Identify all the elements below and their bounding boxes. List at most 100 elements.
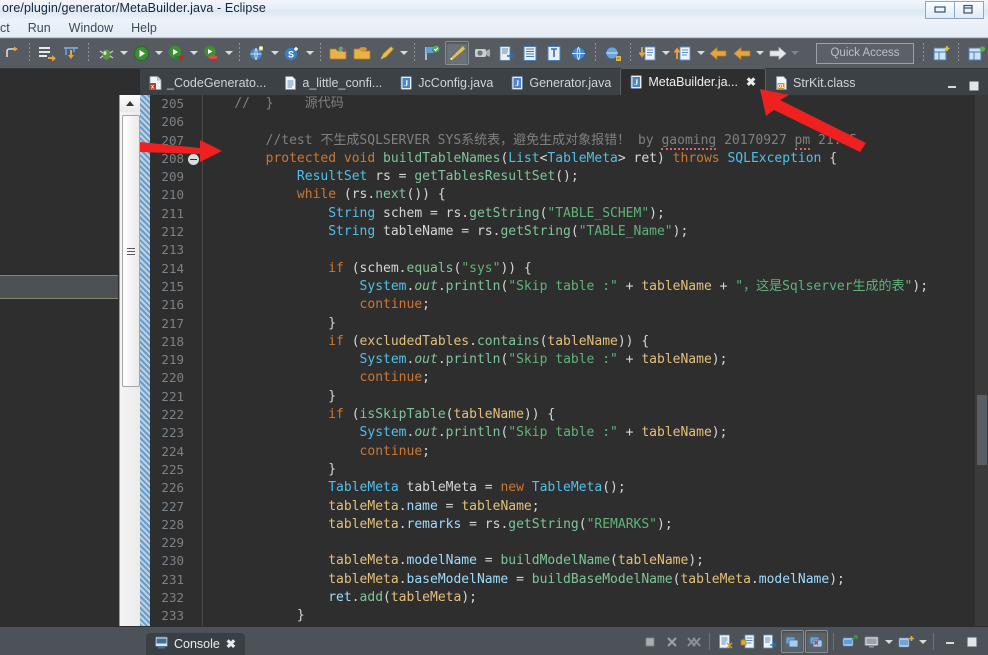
scrollbar-thumb[interactable] (122, 115, 140, 387)
back-arrow-button[interactable] (707, 42, 729, 64)
editor-tab-jcconfig[interactable]: J JcConfig.java (391, 70, 502, 95)
pin-console-button[interactable] (839, 631, 860, 652)
save-all-button[interactable] (60, 42, 82, 64)
table-view-button[interactable] (519, 42, 541, 64)
forward-history-button[interactable] (766, 42, 788, 64)
class-file-icon: 01 (775, 75, 788, 90)
collapse-fold-icon[interactable] (188, 153, 199, 165)
menu-item-run[interactable]: Run (19, 19, 60, 37)
quick-access-field[interactable]: Quick Access (816, 42, 914, 64)
show-console-on-error-button[interactable] (805, 630, 828, 653)
menu-item-ct[interactable]: ct (0, 19, 19, 37)
back-history-button[interactable] (731, 42, 753, 64)
code-line: // } 源代码 (234, 96, 344, 111)
highlight-pen-button[interactable] (445, 41, 469, 65)
menu-item-help[interactable]: Help (122, 19, 166, 37)
scroll-up-button[interactable] (120, 95, 140, 112)
remove-launch-button[interactable] (661, 631, 682, 652)
previous-annotation-dropdown-arrow[interactable] (695, 42, 706, 64)
open-folder-button[interactable] (327, 42, 349, 64)
selected-tree-row[interactable] (0, 275, 118, 299)
globe-button[interactable] (567, 42, 589, 64)
run-external-tools-button[interactable] (200, 42, 222, 64)
globe-icon (571, 46, 585, 60)
editor-tab-alittleconfig[interactable]: a_little_confi... (275, 70, 391, 95)
new-perspective-button[interactable] (930, 42, 952, 64)
next-annotation-dropdown-arrow[interactable] (660, 42, 671, 64)
code-editor[interactable]: 205 206 207 208 209 210 211 212 213 214 215 216 217 2… (140, 95, 988, 626)
new-java-project-dropdown-arrow[interactable] (269, 42, 280, 64)
open-package-button[interactable] (351, 42, 373, 64)
svn-dropdown-arrow[interactable] (304, 42, 315, 64)
editor-tab-codegenerator[interactable]: x _CodeGenerato... (140, 70, 275, 95)
close-icon[interactable]: ✖ (746, 75, 756, 89)
editor-scrollbar-thumb[interactable] (977, 395, 987, 465)
minimize-icon (934, 6, 946, 13)
clear-console-button[interactable] (715, 631, 736, 652)
coverage-dropdown-arrow[interactable] (188, 42, 199, 64)
code-line: ret.add(tableMeta); (328, 590, 477, 606)
show-console-on-output-button[interactable] (781, 630, 804, 653)
folding-gutter[interactable] (188, 95, 203, 626)
menu-item-window[interactable]: Window (60, 19, 122, 37)
editor-tab-metabuilder[interactable]: J MetaBuilder.ja... ✖ (620, 68, 767, 95)
terminate-button[interactable] (639, 631, 660, 652)
scroll-lock-button[interactable] (737, 631, 758, 652)
open-console-dropdown-arrow[interactable] (917, 631, 928, 653)
minimize-button[interactable] (925, 1, 955, 19)
new-wizard-button[interactable] (36, 42, 58, 64)
editor-tab-generator[interactable]: J Generator.java (502, 70, 620, 95)
perspective-button[interactable] (602, 42, 624, 64)
forward-refresh-button[interactable] (1, 42, 23, 64)
fold-cell[interactable] (188, 150, 202, 168)
code-text-area[interactable]: // } 源代码 //test 不生成SQLSERVER SYS系统表，避免生成… (203, 95, 988, 626)
editor-tab-strkit[interactable]: 01 StrKit.class (766, 70, 865, 95)
show-console-on-output-icon (785, 636, 799, 647)
edit-pen-dropdown-arrow[interactable] (398, 42, 409, 64)
editor-maximize-button[interactable] (968, 79, 980, 91)
editor-tab-bar: x _CodeGenerato... a_little_confi... J J… (140, 68, 988, 96)
next-annotation-button[interactable] (637, 42, 659, 64)
format-button[interactable] (543, 42, 565, 64)
import-button[interactable] (495, 42, 517, 64)
coverage-button[interactable] (165, 42, 187, 64)
run-button[interactable] (130, 42, 152, 64)
remove-all-terminated-button[interactable] (683, 631, 704, 652)
console-icon (155, 636, 168, 652)
fold-cell (188, 113, 202, 131)
back-history-icon (732, 46, 750, 60)
display-selected-console-button[interactable] (861, 631, 882, 652)
run-external-tools-dropdown-arrow[interactable] (223, 42, 234, 64)
console-tab[interactable]: Console ✖ (146, 633, 245, 655)
editor-minimize-button[interactable] (946, 79, 958, 91)
console-minimize-button[interactable] (939, 631, 960, 652)
debug-dropdown-arrow[interactable] (118, 42, 129, 64)
word-wrap-button[interactable] (759, 631, 780, 652)
left-panel-scrollbar[interactable] (119, 95, 140, 626)
console-maximize-button[interactable] (961, 631, 982, 652)
back-history-dropdown-arrow[interactable] (754, 42, 765, 64)
fold-cell (188, 205, 202, 223)
camera-button[interactable] (471, 42, 493, 64)
line-number: 230 (161, 553, 184, 569)
close-icon[interactable]: ✖ (226, 637, 236, 651)
editor-vertical-scrollbar[interactable] (975, 95, 988, 626)
restore-button[interactable] (954, 1, 984, 19)
debug-button[interactable] (95, 42, 117, 64)
camera-icon (474, 49, 490, 57)
open-console-button[interactable] (895, 631, 916, 652)
new-java-project-button[interactable] (246, 42, 268, 64)
search-flag-button[interactable] (421, 42, 443, 64)
display-selected-console-dropdown-arrow[interactable] (883, 631, 894, 653)
previous-annotation-button[interactable] (672, 42, 694, 64)
code-line: if (excludedTables.contains(tableName)) … (328, 333, 650, 349)
open-perspective-button[interactable] (965, 42, 987, 64)
edit-pen-button[interactable] (375, 42, 397, 64)
svn-button[interactable]: S (281, 42, 303, 64)
forward-history-dropdown-arrow[interactable] (789, 42, 800, 64)
main-toolbar: S Quick Access (0, 38, 988, 69)
toolbar-separator (414, 43, 415, 63)
run-dropdown-arrow[interactable] (153, 42, 164, 64)
coverage-icon (168, 45, 183, 60)
